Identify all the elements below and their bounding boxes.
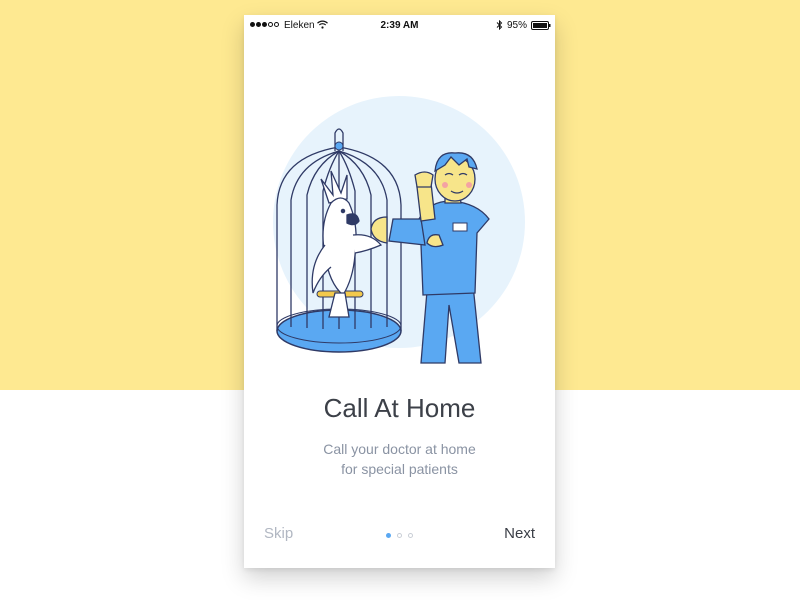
next-button[interactable]: Next [504, 525, 535, 542]
subtitle-line-2: for special patients [341, 461, 458, 477]
page-dot[interactable] [397, 533, 402, 538]
page-dot-active[interactable] [386, 533, 391, 538]
page-dot[interactable] [408, 533, 413, 538]
battery-percent: 95% [507, 20, 528, 31]
onboarding-subtitle: Call your doctor at home for special pat… [284, 439, 515, 479]
battery-icon [531, 21, 551, 33]
page-indicator [386, 533, 413, 538]
phone-screen: Eleken 2:39 AM 95% Call At Home Call you… [244, 15, 555, 568]
onboarding-title: Call At Home [323, 393, 476, 423]
subtitle-line-1: Call your doctor at home [323, 441, 476, 457]
skip-button[interactable]: Skip [264, 525, 293, 542]
status-bar: Eleken 2:39 AM 95% [244, 15, 555, 37]
doctor-with-parrot-illustration [273, 96, 525, 364]
bluetooth-icon [496, 19, 503, 33]
